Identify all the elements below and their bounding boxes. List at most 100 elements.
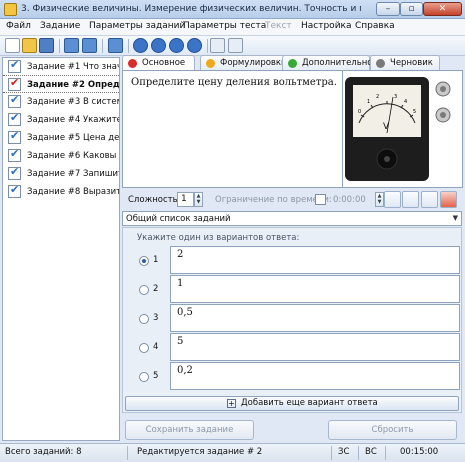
scale-label: 5 [413,109,416,115]
scale-label: 0 [358,109,361,115]
close-button[interactable]: ✕ [423,2,462,16]
tab-label: Черновик [390,58,433,68]
task-list-select[interactable]: Общий список заданий ▼ [122,211,462,226]
save-icon[interactable] [39,38,54,53]
tab-label: Формулировки [220,58,287,68]
menu-settings[interactable]: Настройка [301,21,352,31]
toolbar-separator [59,39,60,53]
first-icon[interactable] [169,38,184,53]
tab-additional[interactable]: Дополнительно [282,55,373,70]
status-editing: Редактируется задание # 2 [137,447,263,457]
new-icon[interactable] [5,38,20,53]
menu-help[interactable]: Справка [355,21,395,31]
answer-radio[interactable] [139,343,149,353]
tab-label: Основное [142,58,186,68]
difficulty-input[interactable]: 1 [177,192,194,207]
add-task-icon[interactable] [64,38,79,53]
answer-text: 5 [177,336,184,347]
difficulty-row: Сложность: 1 ▲ ▼ Ограничение по времени: … [122,191,463,209]
task-check-icon [8,76,21,91]
answer-input[interactable]: 1 [170,275,460,303]
answer-number: 4 [153,342,159,352]
time-limit-checkbox[interactable] [315,194,326,205]
task-item[interactable]: Задание #7 Запишите по [3,165,119,183]
toolbar-separator [207,39,208,53]
task-item-selected[interactable]: Задание #2 Определ [3,75,119,93]
add-tasks-icon[interactable] [82,38,97,53]
menu-task-params[interactable]: Параметры заданий [89,21,185,31]
save-task-button[interactable]: Сохранить задание [125,420,254,440]
menu-text[interactable]: Текст [265,21,292,31]
task-item[interactable]: Задание #4 Укажите вер [3,111,119,129]
scale-label: 4 [404,99,407,105]
answer-input[interactable]: 5 [170,333,460,361]
task-item[interactable]: Задание #1 Что значит и [3,58,119,76]
answer-option: 3 0,5 [123,304,463,333]
answer-input[interactable]: 0,2 [170,362,460,390]
status-separator [358,446,359,460]
scale-label: 1 [367,99,370,105]
tab-draft[interactable]: Черновик [370,55,440,70]
time-limit-value[interactable]: 0:00:00 [333,195,366,205]
status-num: ВС [365,447,377,457]
task-item[interactable]: Задание #8 Выразите в [3,183,119,201]
task-label: Задание #7 Запишите по [27,169,119,179]
minimize-button[interactable]: – [376,2,400,16]
delete-red-icon[interactable] [440,191,457,208]
answer-radio[interactable] [139,285,149,295]
select-value: Общий список заданий [126,214,231,224]
question-image[interactable]: 0 1 2 3 4 5 V [343,70,463,188]
gray-dot-icon [376,59,385,68]
up-icon[interactable] [133,38,148,53]
last-icon[interactable] [187,38,202,53]
task-label: Задание #2 Определ [27,80,119,90]
task-item[interactable]: Задание #6 Каковы буд [3,147,119,165]
paste-icon[interactable] [228,38,243,53]
time-spinner[interactable]: ▲ ▼ [375,192,384,207]
maximize-button[interactable]: ▫ [400,2,423,16]
voltmeter-image: 0 1 2 3 4 5 V [345,77,451,181]
task-label: Задание #1 Что значит и [27,62,119,72]
copy-page-icon[interactable] [384,191,401,208]
answer-input[interactable]: 0,5 [170,304,460,332]
answer-radio[interactable] [139,372,149,382]
task-item[interactable]: Задание #3 В системе Си [3,93,119,111]
add-answer-button[interactable]: + Добавить еще вариант ответа [125,396,459,411]
difficulty-spinner[interactable]: ▲ ▼ [194,192,203,207]
menu-test-params[interactable]: Параметры теста [183,21,266,31]
difficulty-label: Сложность: [128,195,181,205]
task-list: Задание #1 Что значит и Задание #2 Опред… [2,57,120,441]
tab-main[interactable]: Основное [122,55,195,70]
window-title: 3. Физические величины. Измерение физиче… [21,4,361,14]
answer-input[interactable]: 2 [170,246,460,274]
status-total: Всего заданий: 8 [5,447,82,457]
task-item[interactable]: Задание #5 Цена делени [3,129,119,147]
answer-text: 0,5 [177,307,193,318]
task-check-icon [8,129,21,144]
copy-icon[interactable] [210,38,225,53]
answer-option: 1 2 [123,246,463,275]
reset-button[interactable]: Сбросить [328,420,457,440]
down-icon[interactable] [151,38,166,53]
status-time: 00:15:00 [400,447,439,457]
status-caps: ЗС [338,447,350,457]
green-dot-icon [288,59,297,68]
menu-task[interactable]: Задание [40,21,80,31]
answer-radio[interactable] [139,256,149,266]
menu-file[interactable]: Файл [6,21,31,31]
plus-icon: + [227,399,236,408]
paste-page-icon[interactable] [402,191,419,208]
tab-formulations[interactable]: Формулировки [200,55,287,70]
green-add-icon[interactable] [421,191,438,208]
open-icon[interactable] [22,38,37,53]
answer-option: 5 0,2 [123,362,463,391]
task-label: Задание #5 Цена делени [27,133,119,143]
add-answer-label: Добавить еще вариант ответа [241,398,378,408]
status-bar: Всего заданий: 8 Редактируется задание #… [0,443,465,462]
app-icon [4,3,17,16]
task-check-icon [8,165,21,180]
question-editor[interactable]: Определите цену деления вольтметра. [122,70,343,188]
answer-radio[interactable] [139,314,149,324]
task-check-icon [8,58,21,73]
delete-task-icon[interactable] [108,38,123,53]
